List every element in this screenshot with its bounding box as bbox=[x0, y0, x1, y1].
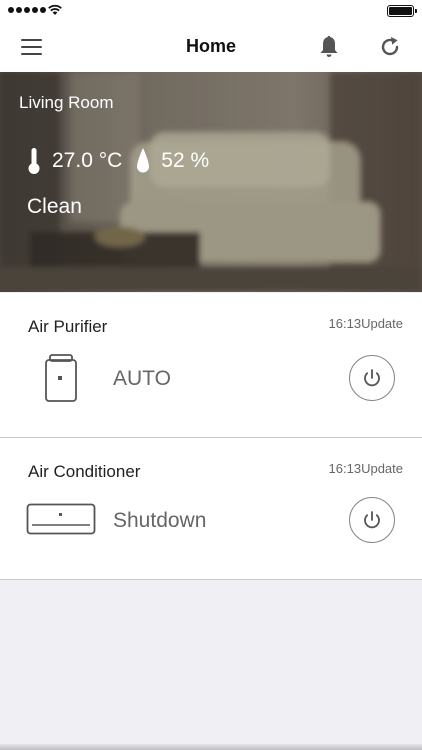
power-icon bbox=[364, 511, 380, 529]
climate-readings: 27.0 °C 52 % bbox=[27, 146, 209, 176]
temperature-value: 27.0 °C bbox=[52, 149, 123, 172]
air-conditioner-icon bbox=[26, 503, 96, 535]
power-button[interactable] bbox=[349, 355, 395, 401]
device-state: Shutdown bbox=[113, 509, 207, 532]
device-name: Air Purifier bbox=[28, 317, 108, 336]
device-updated-time: 16:13Update bbox=[328, 461, 403, 476]
device-name: Air Conditioner bbox=[28, 462, 141, 481]
navigation-bar: Home bbox=[0, 22, 422, 72]
refresh-icon[interactable] bbox=[379, 35, 401, 59]
device-card-air-conditioner[interactable]: Air Conditioner 16:13Update Shutdown bbox=[0, 438, 422, 580]
room-name: Living Room bbox=[19, 93, 114, 112]
signal-strength-icon bbox=[8, 7, 46, 13]
bell-icon[interactable] bbox=[318, 35, 340, 59]
air-quality-status: Clean bbox=[27, 195, 82, 218]
air-purifier-icon bbox=[45, 354, 77, 402]
humidity-value: 52 % bbox=[161, 149, 210, 172]
battery-icon bbox=[387, 5, 417, 17]
status-bar bbox=[0, 0, 422, 22]
device-updated-time: 16:13Update bbox=[328, 316, 403, 331]
room-summary-banner: Living Room 27.0 °C 52 % Clean bbox=[0, 72, 422, 292]
thermometer-icon bbox=[28, 148, 40, 174]
page-title: Home bbox=[185, 36, 236, 56]
power-button[interactable] bbox=[349, 497, 395, 543]
device-card-air-purifier[interactable]: Air Purifier 16:13Update AUTO bbox=[0, 293, 422, 438]
wifi-icon bbox=[48, 4, 62, 15]
device-state: AUTO bbox=[113, 367, 171, 390]
power-icon bbox=[364, 369, 380, 387]
bottom-edge bbox=[0, 744, 422, 750]
humidity-drop-icon bbox=[137, 148, 150, 173]
